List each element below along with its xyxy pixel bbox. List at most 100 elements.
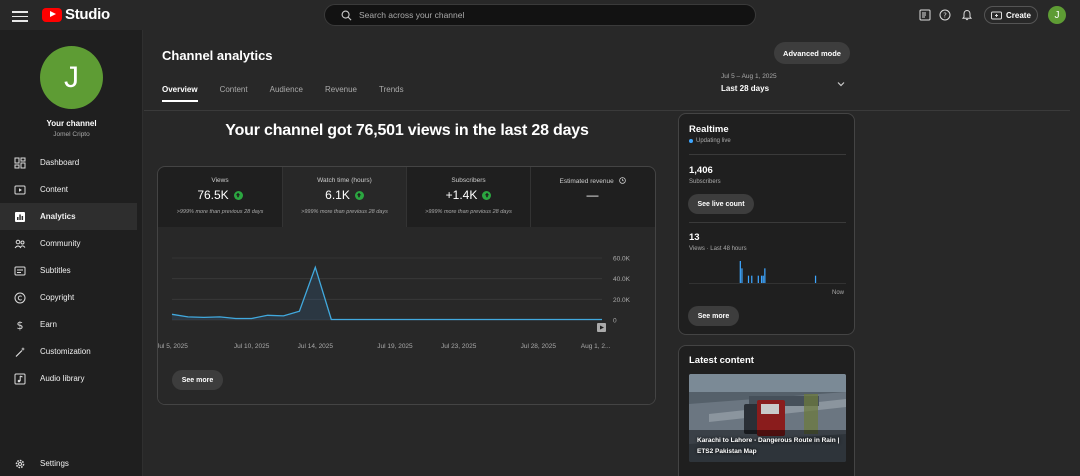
realtime-bar-chart <box>689 261 846 284</box>
sidebar-item-subtitles[interactable]: Subtitles <box>0 257 143 284</box>
sidebar-nav: Dashboard Content Analytics Community Su… <box>0 149 143 392</box>
video-thumbnail[interactable]: Karachi to Lahore - Dangerous Route in R… <box>689 374 846 462</box>
x-tick-label: Jul 14, 2025 <box>298 343 334 350</box>
metric-estimated-revenue[interactable]: Estimated revenue — <box>530 167 654 227</box>
metric-tabs: Views 76.5K >999% more than previous 28 … <box>158 167 655 227</box>
metric-comparison: >999% more than previous 28 days <box>176 209 264 215</box>
live-dot-icon <box>689 139 693 143</box>
sidebar-item-label: Community <box>40 239 81 248</box>
metric-label: Views <box>211 177 229 184</box>
metric-label: Estimated revenue <box>531 177 654 185</box>
realtime-title: Realtime <box>689 124 729 135</box>
studio-logo[interactable]: Studio <box>42 6 110 23</box>
realtime-bar <box>814 275 817 283</box>
create-label: Create <box>1006 10 1031 20</box>
svg-text:?: ? <box>943 12 947 20</box>
tab-content[interactable]: Content <box>220 85 248 102</box>
account-avatar[interactable]: J <box>1048 6 1066 24</box>
metric-views[interactable]: Views 76.5K >999% more than previous 28 … <box>158 167 282 227</box>
metric-value: +1.4K <box>407 188 530 202</box>
arrow-up-icon <box>482 190 492 200</box>
sidebar-item-earn[interactable]: $ Earn <box>0 311 143 338</box>
realtime-subscribers-label: Subscribers <box>689 179 721 185</box>
realtime-card: Realtime Updating live 1,406 Subscribers… <box>678 113 855 335</box>
arrow-up-icon <box>354 190 364 200</box>
video-title: Karachi to Lahore - Dangerous Route in R… <box>697 437 840 455</box>
sidebar-item-content[interactable]: Content <box>0 176 143 203</box>
playlist-add-icon[interactable] <box>918 8 932 22</box>
magic-wand-icon <box>13 345 27 359</box>
latest-content-title: Latest content <box>689 355 754 366</box>
views-chart-svg: 60.0K 40.0K 20.0K 0 Jul 5, 2025 Jul 10, 2025 J… <box>158 256 631 351</box>
realtime-bar <box>760 275 763 283</box>
analytics-tabs: Overview Content Audience Revenue Trends <box>162 85 426 102</box>
search-icon[interactable] <box>335 5 357 25</box>
tab-audience[interactable]: Audience <box>270 85 303 102</box>
realtime-bar <box>739 261 741 283</box>
dollar-icon: $ <box>13 318 27 332</box>
copyright-icon <box>13 291 27 305</box>
x-tick-label: Jul 28, 2025 <box>521 343 557 350</box>
see-live-count-button[interactable]: See live count <box>688 194 754 214</box>
divider <box>689 222 846 223</box>
date-range-dates: Jul 5 – Aug 1, 2025 <box>721 73 777 80</box>
search-input[interactable] <box>359 10 739 20</box>
realtime-bar <box>764 268 766 283</box>
tab-trends[interactable]: Trends <box>379 85 404 102</box>
sidebar-item-copyright[interactable]: Copyright <box>0 284 143 311</box>
metric-value-text: 76.5K <box>197 188 229 202</box>
sidebar-item-label: Content <box>40 185 69 194</box>
realtime-see-more-button[interactable]: See more <box>688 306 739 326</box>
x-tick-label: Jul 5, 2025 <box>158 343 188 350</box>
realtime-bar <box>762 275 764 283</box>
create-button[interactable]: Create <box>984 6 1038 24</box>
youtube-logo-icon <box>42 7 62 22</box>
dashboard-icon <box>13 156 27 170</box>
sidebar-item-label: Subtitles <box>40 266 71 275</box>
sidebar-item-dashboard[interactable]: Dashboard <box>0 149 143 176</box>
hamburger-menu-icon[interactable] <box>12 8 28 22</box>
tab-overview[interactable]: Overview <box>162 85 198 102</box>
settings-label: Settings <box>40 459 69 468</box>
sidebar-item-label: Dashboard <box>40 158 80 167</box>
notifications-bell-icon[interactable] <box>960 8 974 22</box>
sidebar-item-label: Customization <box>40 347 91 356</box>
realtime-now-label: Now <box>832 290 845 296</box>
video-camera-plus-icon <box>991 11 1002 19</box>
overview-see-more-button[interactable]: See more <box>172 370 223 390</box>
metric-subscribers[interactable]: Subscribers +1.4K >999% more than previo… <box>406 167 530 227</box>
sidebar-item-label: Earn <box>40 320 57 329</box>
x-tick-label: Jul 10, 2025 <box>234 343 270 350</box>
advanced-mode-button[interactable]: Advanced mode <box>774 42 850 64</box>
x-tick-label: Aug 1, 2... <box>581 343 611 350</box>
top-bar: Studio ? Create J <box>0 0 1080 30</box>
views-area-fill <box>172 267 602 320</box>
realtime-subscribers-value: 1,406 <box>689 165 713 176</box>
community-icon <box>13 237 27 251</box>
sidebar-item-community[interactable]: Community <box>0 230 143 257</box>
chevron-down-icon[interactable] <box>836 79 846 89</box>
metric-value-text: +1.4K <box>445 188 478 202</box>
arrow-up-icon <box>233 190 243 200</box>
tab-revenue[interactable]: Revenue <box>325 85 357 102</box>
metric-label: Watch time (hours) <box>317 177 372 184</box>
sidebar-item-analytics[interactable]: Analytics <box>0 203 137 230</box>
channel-name: Jomel Cripto <box>53 131 90 138</box>
search-bar[interactable] <box>324 4 756 26</box>
sidebar-item-label: Audio library <box>40 374 85 383</box>
help-icon[interactable]: ? <box>938 8 952 22</box>
sidebar-item-customization[interactable]: Customization <box>0 338 143 365</box>
content-icon <box>13 183 27 197</box>
sidebar-item-settings[interactable]: Settings <box>0 450 143 476</box>
realtime-bar <box>741 268 743 283</box>
metric-value: 6.1K <box>283 188 406 202</box>
latest-content-card: Latest content Karachi to Lahore - Dange… <box>678 345 855 476</box>
sidebar-item-audio-library[interactable]: Audio library <box>0 365 143 392</box>
metric-comparison: >999% more than previous 28 days <box>301 209 388 215</box>
metric-watch-time[interactable]: Watch time (hours) 6.1K >999% more than … <box>282 167 406 227</box>
y-tick-label: 40.0K <box>613 276 631 283</box>
date-range-picker[interactable]: Jul 5 – Aug 1, 2025 Last 28 days <box>721 73 777 93</box>
channel-avatar[interactable]: J <box>40 46 103 109</box>
metric-value-text: 6.1K <box>325 188 350 202</box>
sidebar-item-label: Copyright <box>40 293 75 302</box>
